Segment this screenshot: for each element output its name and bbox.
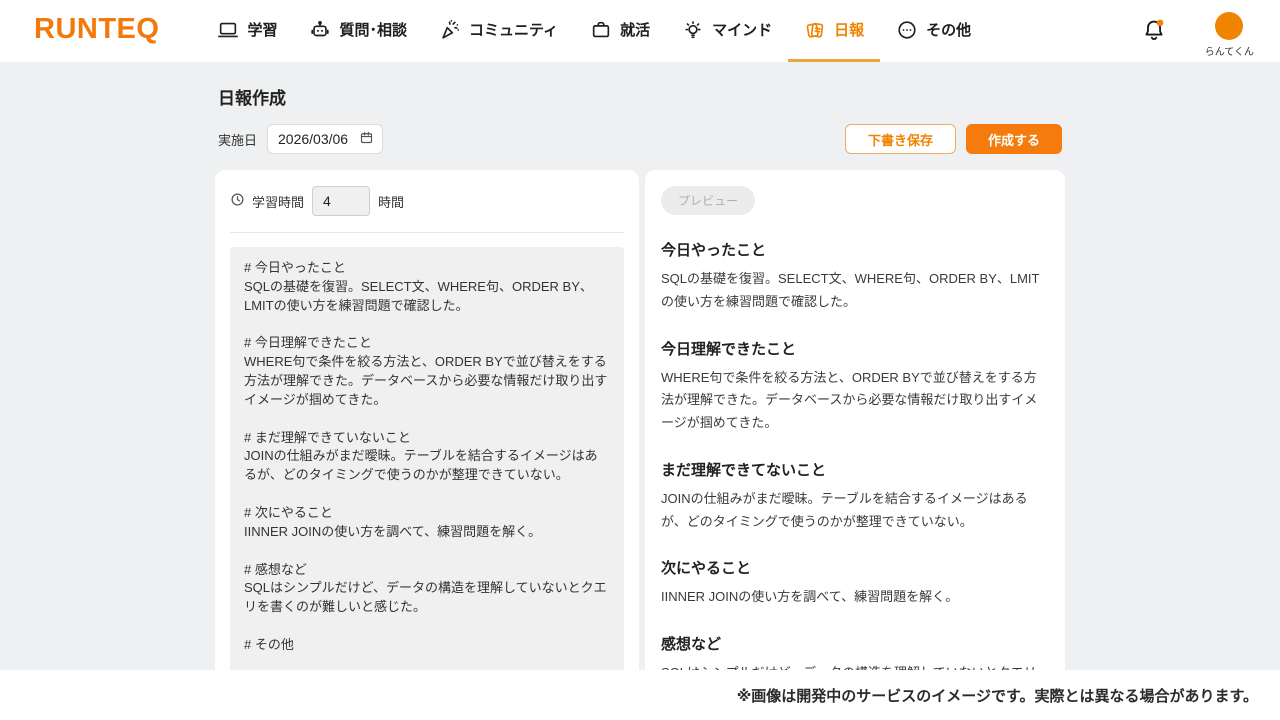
robot-icon: [309, 19, 331, 41]
preview-body: SQLの基礎を復習。SELECT文、WHERE句、ORDER BY、LMITの使…: [661, 268, 1049, 314]
nav-item-job-hunting[interactable]: 就活: [574, 0, 666, 62]
nav-label: マインド: [712, 19, 772, 40]
nav-item-community[interactable]: コミュニティ: [423, 0, 574, 62]
more-icon: [896, 19, 918, 41]
preview-section: 次にやること IINNER JOINの使い方を調べて、練習問題を解く。: [661, 557, 1049, 609]
nav-item-daily-report[interactable]: 日報: [788, 0, 880, 62]
user-name: らんてくん: [1205, 43, 1254, 58]
report-body-textarea[interactable]: # 今日やったこと SQLの基礎を復習。SELECT文、WHERE句、ORDER…: [230, 247, 624, 670]
report-editor-panel: 学習時間 時間 # 今日やったこと SQLの基礎を復習。SELECT文、WHER…: [215, 170, 639, 670]
date-value: 2026/03/06: [278, 131, 348, 147]
notification-badge-dot: [1157, 19, 1164, 25]
top-navigation-bar: RUNTEQ 学習 質問･相談: [0, 0, 1280, 62]
study-time-unit: 時間: [378, 192, 404, 211]
header-right-cluster: らんてくん: [1141, 4, 1254, 58]
main-content: 日報作成 実施日 2026/03/06 下書き保存 作成する: [0, 62, 1280, 670]
calendar-icon: [359, 130, 374, 148]
preview-body: IINNER JOINの使い方を調べて、練習問題を解く。: [661, 586, 1049, 609]
main-nav: 学習 質問･相談 コミュニティ: [201, 0, 987, 62]
study-time-row: 学習時間 時間: [230, 186, 624, 216]
study-time-input[interactable]: [312, 186, 370, 216]
preview-heading: 今日やったこと: [661, 239, 1049, 260]
preview-section: 今日やったこと SQLの基礎を復習。SELECT文、WHERE句、ORDER B…: [661, 239, 1049, 314]
lightbulb-icon: [682, 19, 704, 41]
preview-badge: プレビュー: [661, 186, 755, 215]
notification-bell-icon[interactable]: [1141, 17, 1167, 48]
study-time-label: 学習時間: [252, 192, 304, 211]
preview-section: まだ理解できてないこと JOINの仕組みがまだ曖昧。テーブルを結合するイメージは…: [661, 459, 1049, 534]
preview-section: 今日理解できたこと WHERE句で条件を絞る方法と、ORDER BYで並び替えを…: [661, 338, 1049, 435]
preview-heading: 次にやること: [661, 557, 1049, 578]
laptop-icon: [217, 19, 239, 41]
nav-label: 日報: [834, 19, 864, 40]
create-report-button[interactable]: 作成する: [966, 124, 1062, 154]
editor-divider: [230, 232, 624, 233]
report-preview-panel: プレビュー 今日やったこと SQLの基礎を復習。SELECT文、WHERE句、O…: [645, 170, 1065, 670]
page-title: 日報作成: [200, 62, 1080, 109]
nav-item-learning[interactable]: 学習: [201, 0, 293, 62]
preview-body: JOINの仕組みがまだ曖昧。テーブルを結合するイメージはあるが、どのタイミングで…: [661, 488, 1049, 534]
date-label: 実施日: [218, 130, 257, 149]
nav-item-mind[interactable]: マインド: [666, 0, 788, 62]
nav-label: 学習: [247, 19, 277, 40]
briefcase-icon: [590, 19, 612, 41]
preview-heading: 今日理解できたこと: [661, 338, 1049, 359]
nav-item-others[interactable]: その他: [880, 0, 987, 62]
nav-label: 質問･相談: [339, 19, 407, 40]
user-menu[interactable]: らんてくん: [1205, 12, 1254, 58]
preview-body: SQLはシンプルだけど、データの構造を理解していないとクエリを書くのが難しいと感…: [661, 662, 1049, 670]
save-draft-button[interactable]: 下書き保存: [845, 124, 956, 154]
preview-section: 感想など SQLはシンプルだけど、データの構造を理解していないとクエリを書くのが…: [661, 633, 1049, 670]
preview-heading: まだ理解できてないこと: [661, 459, 1049, 480]
avatar: [1215, 12, 1243, 40]
clock-icon: [230, 192, 244, 210]
report-icon: [804, 19, 826, 41]
preview-body: WHERE句で条件を絞る方法と、ORDER BYで並び替えをする方法が理解できた…: [661, 367, 1049, 435]
date-input[interactable]: 2026/03/06: [267, 124, 383, 154]
runteq-logo[interactable]: RUNTEQ: [34, 15, 159, 48]
party-popper-icon: [439, 19, 461, 41]
disclaimer-text: ※画像は開発中のサービスのイメージです。実際とは異なる場合があります。: [737, 685, 1258, 706]
nav-label: 就活: [620, 19, 650, 40]
nav-item-questions[interactable]: 質問･相談: [293, 0, 423, 62]
nav-label: その他: [926, 19, 971, 40]
footer: ※画像は開発中のサービスのイメージです。実際とは異なる場合があります。: [0, 670, 1280, 720]
nav-label: コミュニティ: [469, 19, 558, 40]
report-header-row: 実施日 2026/03/06 下書き保存 作成する: [218, 124, 1062, 154]
preview-heading: 感想など: [661, 633, 1049, 654]
